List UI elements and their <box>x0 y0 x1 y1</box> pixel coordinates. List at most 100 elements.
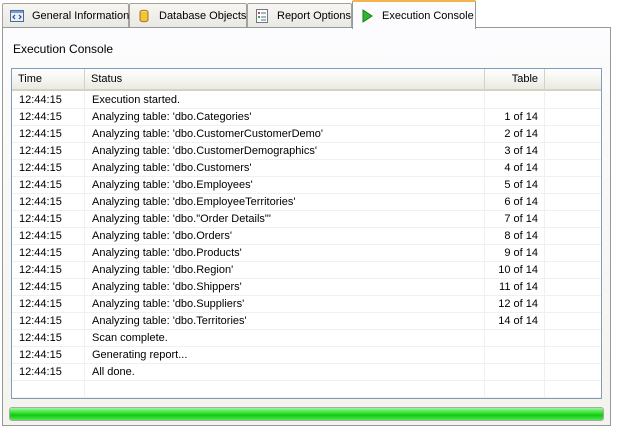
filler-cell <box>545 228 601 245</box>
filler-cell <box>545 296 601 313</box>
filler-cell <box>545 245 601 262</box>
table-row[interactable]: 12:44:15 Analyzing table: 'dbo.EmployeeTe… <box>12 194 601 211</box>
execution-console-icon <box>360 8 374 23</box>
table-progress-cell: 3 of 14 <box>485 143 545 160</box>
table-row[interactable]: 12:44:15 Analyzing table: 'dbo.Employees'… <box>12 177 601 194</box>
table-row[interactable] <box>12 381 601 398</box>
table-row[interactable]: 12:44:15 Analyzing table: 'dbo.Products' 9… <box>12 245 601 262</box>
filler-cell <box>545 313 601 330</box>
table-progress-cell: 4 of 14 <box>485 160 545 177</box>
table-progress-cell: 7 of 14 <box>485 211 545 228</box>
table-row[interactable]: 12:44:15 Analyzing table: 'dbo.Orders' 8 o… <box>12 228 601 245</box>
tab-database-objects[interactable]: Database Objects <box>129 3 247 27</box>
table-progress-cell: 1 of 14 <box>485 109 545 126</box>
time-cell: 12:44:15 <box>12 364 85 381</box>
status-cell: Analyzing table: 'dbo.EmployeeTerritorie… <box>85 194 485 211</box>
tab-label: Report Options <box>277 9 351 22</box>
table-progress-cell: 10 of 14 <box>485 262 545 279</box>
time-cell: 12:44:15 <box>12 109 85 126</box>
table-row[interactable]: 12:44:15 Analyzing table: 'dbo.Suppliers'… <box>12 296 601 313</box>
status-cell: Analyzing table: 'dbo.Customers' <box>85 160 485 177</box>
table-row[interactable]: 12:44:15 Analyzing table: 'dbo.Territorie… <box>12 313 601 330</box>
table-progress-cell: 9 of 14 <box>485 245 545 262</box>
table-progress-cell: 8 of 14 <box>485 228 545 245</box>
status-cell: Analyzing table: 'dbo.CustomerDemographi… <box>85 143 485 160</box>
table-row[interactable]: 12:44:15 Analyzing table: 'dbo.Shippers' 1… <box>12 279 601 296</box>
time-cell: 12:44:15 <box>12 126 85 143</box>
status-cell: Analyzing table: 'dbo.CustomerCustomerDe… <box>85 126 485 143</box>
tab-report-options[interactable]: Report Options <box>247 3 352 27</box>
time-cell: 12:44:15 <box>12 160 85 177</box>
table-row[interactable]: 12:44:15 Scan complete. <box>12 330 601 347</box>
list-rows: 12:44:15 Execution started. 12:44:15 Analyz… <box>12 92 601 398</box>
time-cell: 12:44:15 <box>12 296 85 313</box>
filler-cell <box>545 126 601 143</box>
table-progress-cell <box>485 330 545 347</box>
status-cell: Analyzing table: 'dbo.Territories' <box>85 313 485 330</box>
filler-cell <box>545 160 601 177</box>
status-cell: All done. <box>85 364 485 381</box>
time-cell: 12:44:15 <box>12 313 85 330</box>
time-cell: 12:44:15 <box>12 92 85 109</box>
time-cell: 12:44:15 <box>12 330 85 347</box>
tab-execution-console[interactable]: Execution Console <box>352 0 476 29</box>
filler-cell <box>545 194 601 211</box>
filler-cell <box>545 262 601 279</box>
table-row[interactable]: 12:44:15 Execution started. <box>12 92 601 109</box>
table-progress-cell: 2 of 14 <box>485 126 545 143</box>
tab-strip: General Information Database Objects Rep… <box>0 0 618 29</box>
time-cell: 12:44:15 <box>12 347 85 364</box>
column-header-time[interactable]: Time <box>12 69 85 89</box>
table-progress-cell <box>485 92 545 109</box>
filler-cell <box>545 109 601 126</box>
filler-cell <box>545 381 601 398</box>
table-row[interactable]: 12:44:15 Generating report... <box>12 347 601 364</box>
time-cell: 12:44:15 <box>12 177 85 194</box>
status-cell: Analyzing table: 'dbo."Order Details"' <box>85 211 485 228</box>
time-cell: 12:44:15 <box>12 245 85 262</box>
execution-console-panel: Execution Console Time Status Table 12:4… <box>2 27 611 426</box>
execution-console-window: General Information Database Objects Rep… <box>0 0 618 430</box>
table-row[interactable]: 12:44:15 Analyzing table: 'dbo.Region' 10 … <box>12 262 601 279</box>
time-cell: 12:44:15 <box>12 211 85 228</box>
table-progress-cell <box>485 347 545 364</box>
list-header: Time Status Table <box>12 69 601 91</box>
tab-label: Database Objects <box>159 9 247 22</box>
progress-fill <box>10 408 603 420</box>
time-cell <box>12 381 85 398</box>
progress-bar <box>9 407 604 421</box>
execution-log-list[interactable]: Time Status Table 12:44:15 Execution star… <box>11 68 602 399</box>
filler-cell <box>545 364 601 381</box>
table-progress-cell: 11 of 14 <box>485 279 545 296</box>
table-row[interactable]: 12:44:15 Analyzing table: 'dbo.CustomerDe… <box>12 143 601 160</box>
table-row[interactable]: 12:44:15 Analyzing table: 'dbo.Customers'… <box>12 160 601 177</box>
table-row[interactable]: 12:44:15 Analyzing table: 'dbo."Order Det… <box>12 211 601 228</box>
tab-general-information[interactable]: General Information <box>2 3 129 27</box>
general-info-icon <box>10 9 24 23</box>
status-cell: Analyzing table: 'dbo.Suppliers' <box>85 296 485 313</box>
table-progress-cell <box>485 381 545 398</box>
column-header-filler <box>545 69 601 89</box>
database-icon <box>137 9 151 23</box>
table-row[interactable]: 12:44:15 Analyzing table: 'dbo.Categories… <box>12 109 601 126</box>
time-cell: 12:44:15 <box>12 279 85 296</box>
status-cell: Analyzing table: 'dbo.Orders' <box>85 228 485 245</box>
status-cell: Generating report... <box>85 347 485 364</box>
table-row[interactable]: 12:44:15 All done. <box>12 364 601 381</box>
column-header-status[interactable]: Status <box>85 69 485 89</box>
table-row[interactable]: 12:44:15 Analyzing table: 'dbo.CustomerCu… <box>12 126 601 143</box>
table-progress-cell: 12 of 14 <box>485 296 545 313</box>
filler-cell <box>545 347 601 364</box>
status-cell <box>85 381 485 398</box>
filler-cell <box>545 279 601 296</box>
filler-cell <box>545 92 601 109</box>
table-progress-cell: 5 of 14 <box>485 177 545 194</box>
filler-cell <box>545 211 601 228</box>
status-cell: Analyzing table: 'dbo.Categories' <box>85 109 485 126</box>
filler-cell <box>545 330 601 347</box>
column-header-table[interactable]: Table <box>485 69 545 89</box>
panel-title: Execution Console <box>13 42 114 56</box>
status-cell: Scan complete. <box>85 330 485 347</box>
table-progress-cell: 14 of 14 <box>485 313 545 330</box>
status-cell: Analyzing table: 'dbo.Products' <box>85 245 485 262</box>
